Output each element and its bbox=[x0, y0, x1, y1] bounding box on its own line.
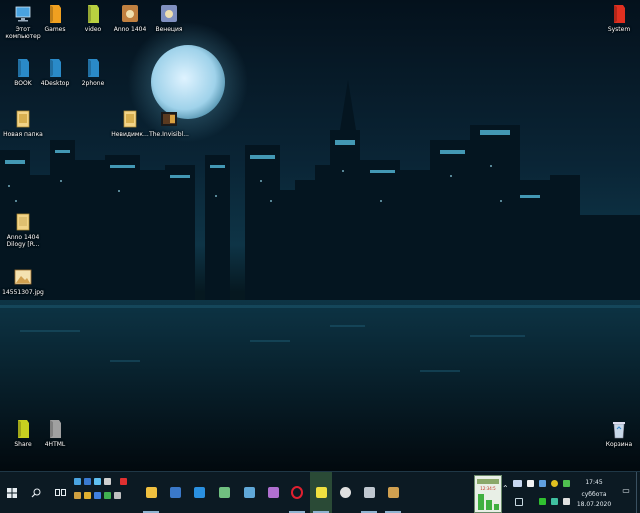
desktop-icon-label: Новая папка bbox=[3, 131, 43, 138]
network-icon[interactable] bbox=[551, 498, 558, 505]
folder-icon[interactable] bbox=[84, 492, 91, 499]
volume-icon[interactable] bbox=[563, 498, 570, 505]
browser-icon[interactable] bbox=[84, 478, 91, 485]
settings-icon[interactable] bbox=[104, 478, 111, 485]
desktop-icon-5[interactable]: Венеция bbox=[146, 4, 192, 33]
desktop-icon-2[interactable]: Корзина bbox=[596, 419, 640, 448]
game-icon bbox=[146, 4, 192, 24]
task-view-icon[interactable] bbox=[50, 472, 70, 513]
desktop-icon-label: Венеция bbox=[155, 26, 183, 33]
image-file-icon bbox=[0, 267, 46, 287]
water-reflection bbox=[0, 300, 640, 471]
folder-icon bbox=[596, 4, 640, 24]
desktop-icon-1[interactable]: System bbox=[596, 4, 640, 33]
file-explorer-icon[interactable] bbox=[140, 472, 162, 513]
photo-viewer-icon[interactable] bbox=[382, 472, 404, 513]
video-file-icon bbox=[146, 109, 192, 129]
desktop[interactable]: Этот компьютер Games video Anno 1404 Венеция… bbox=[0, 0, 640, 471]
shield-icon[interactable] bbox=[563, 480, 570, 487]
clock-day: суббота bbox=[581, 491, 607, 498]
battery-icon[interactable] bbox=[539, 498, 546, 505]
desktop-icon-label: Anno 1404 Dilogy [R... bbox=[6, 234, 40, 248]
media-icon[interactable] bbox=[120, 478, 127, 485]
desktop-icon-label: 2phone bbox=[81, 80, 105, 87]
desktop-icon-label: System bbox=[607, 26, 631, 33]
clock[interactable]: 17:45 суббота 18.07.2020 bbox=[574, 476, 614, 510]
globe-icon[interactable] bbox=[94, 478, 101, 485]
desktop-icon-label: Корзина bbox=[605, 441, 633, 448]
photos-icon[interactable] bbox=[262, 472, 284, 513]
action-center-icon[interactable]: ▭ bbox=[620, 486, 632, 495]
powershell-icon[interactable] bbox=[164, 472, 186, 513]
desktop-icon-11[interactable]: The.Invisibl... bbox=[146, 109, 192, 138]
skyline bbox=[0, 80, 640, 300]
folder-icon bbox=[32, 419, 78, 439]
taskbar: 12:34:5 ⌃ 17:45 суббота 18.07.2020 ▭ bbox=[0, 471, 640, 513]
opera-icon[interactable] bbox=[286, 472, 308, 513]
desktop-icon-13[interactable]: 14551307.jpg bbox=[0, 267, 46, 296]
show-desktop-button[interactable] bbox=[636, 472, 640, 513]
desktop-icon-12[interactable]: Anno 1404 Dilogy [R... bbox=[0, 212, 46, 248]
game-icon[interactable] bbox=[104, 492, 111, 499]
clock-icon[interactable] bbox=[334, 472, 356, 513]
resource-meter-widget[interactable]: 12:34:5 bbox=[474, 475, 502, 513]
arrow-app-icon[interactable] bbox=[188, 472, 210, 513]
desktop-icon-9[interactable]: Новая папка bbox=[0, 109, 46, 138]
desktop-icon-label: 4HTML bbox=[44, 441, 66, 448]
notification-square-icon[interactable] bbox=[515, 498, 523, 506]
desktop-icon-label: 14551307.jpg bbox=[2, 289, 44, 296]
drives-icon[interactable] bbox=[358, 472, 380, 513]
sun-icon[interactable] bbox=[551, 480, 558, 487]
desktop-icon-15[interactable]: 4HTML bbox=[32, 419, 78, 448]
clock-date: 18.07.2020 bbox=[576, 501, 612, 508]
folder-image-icon bbox=[0, 109, 46, 129]
desktop-icon-8[interactable]: 2phone bbox=[70, 58, 116, 87]
moon bbox=[151, 45, 225, 119]
flag-icon[interactable] bbox=[513, 480, 522, 487]
widget-text: 12:34:5 bbox=[480, 486, 496, 491]
sticky-notes-icon[interactable] bbox=[310, 472, 332, 513]
recycle-bin-icon bbox=[596, 419, 640, 439]
windows-start-icon[interactable] bbox=[0, 472, 24, 513]
square-icon[interactable] bbox=[527, 480, 534, 487]
archive-icon[interactable] bbox=[74, 492, 81, 499]
notepad-icon[interactable] bbox=[213, 472, 235, 513]
chevron-up-icon[interactable]: ⌃ bbox=[502, 484, 509, 493]
drive-icon[interactable] bbox=[539, 480, 546, 487]
computer-icon[interactable] bbox=[74, 478, 81, 485]
clock-time: 17:45 bbox=[585, 479, 603, 486]
folder-image-icon bbox=[0, 212, 46, 232]
search-icon[interactable] bbox=[26, 472, 46, 513]
desktop-icon-label: The.Invisibl... bbox=[149, 131, 189, 138]
folder-icon bbox=[70, 58, 116, 78]
tool-icon[interactable] bbox=[114, 492, 121, 499]
download-icon[interactable] bbox=[94, 492, 101, 499]
paint-icon[interactable] bbox=[238, 472, 260, 513]
quick-launch-toolbar bbox=[72, 476, 134, 510]
